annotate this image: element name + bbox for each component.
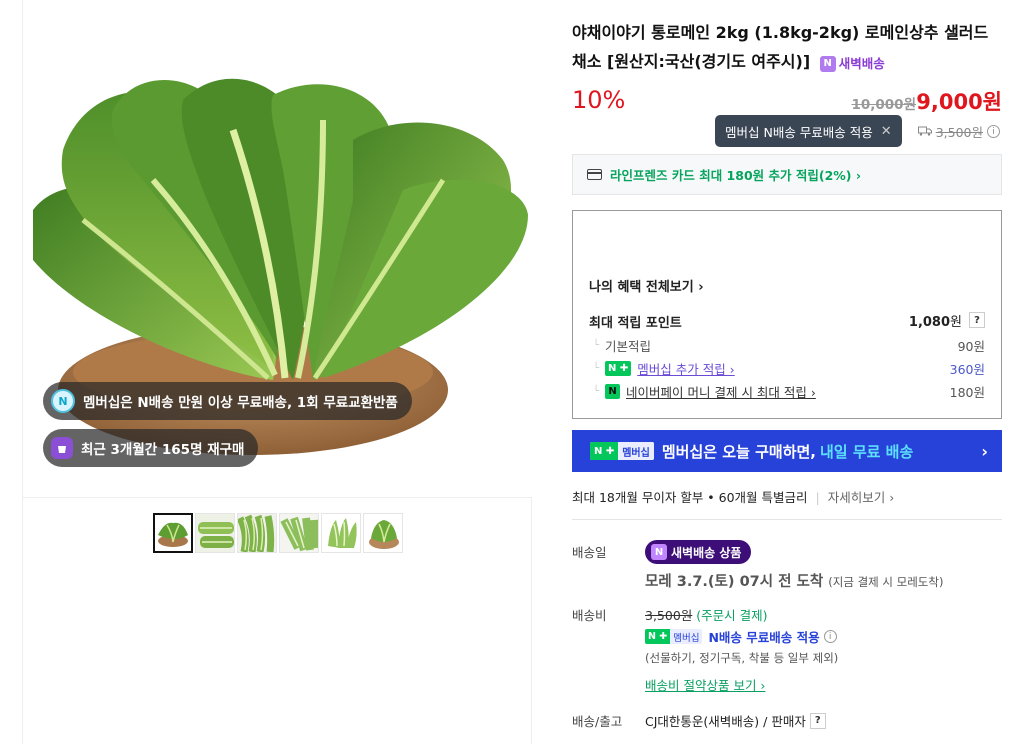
membership-banner-highlight: 내일 무료 배송 <box>820 442 914 461</box>
thumbnail-4[interactable] <box>279 513 319 553</box>
tooltip-text: 멤버십 N배송 무료배송 적용 <box>725 124 873 140</box>
naver-plus-icon: N ✚ <box>590 442 619 460</box>
free-shipping-text: N배송 무료배송 적용 <box>708 630 820 645</box>
payment-note: (주문시 결제) <box>696 608 768 623</box>
product-gallery: N 멤버십은 N배송 만원 이상 무료배송, 1회 무료교환반품 최근 3개월간… <box>22 0 532 744</box>
installment-info: 최대 18개월 무이자 할부 • 60개월 특별금리 | 자세히보기 › <box>572 487 894 506</box>
membership-badge: N ✚ 멤버십 <box>645 629 703 644</box>
installment-text: 최대 18개월 무이자 할부 • 60개월 특별금리 <box>572 490 808 505</box>
dawn-delivery-pill-text: 새벽배송 상품 <box>671 545 742 560</box>
membership-banner[interactable]: N ✚ 멤버십 멤버십은 오늘 구매하면, 내일 무료 배송 › <box>572 430 1002 472</box>
naver-plus-icon: N ✚ <box>605 361 632 376</box>
benefit-row-value: 90원 <box>957 339 985 354</box>
repurchase-text: 최근 3개월간 165명 재구매 <box>81 442 245 458</box>
carrier-info: CJ대한통운(새벽배송) / 판매자 ? <box>645 711 826 730</box>
shipping-fee-summary: 3,500원 i <box>917 122 1000 141</box>
thumbnail-6[interactable] <box>363 513 403 553</box>
benefit-row-label: 기본적립 <box>605 339 652 354</box>
info-icon[interactable]: i <box>823 630 837 643</box>
membership-badge-text: 멤버십 <box>618 442 654 460</box>
membership-benefit-pill: N 멤버십은 N배송 만원 이상 무료배송, 1회 무료교환반품 <box>43 382 412 420</box>
benefit-row-naverpay[interactable]: └ N 네이버페이 머니 결제 시 최대 적립 › <box>593 382 816 401</box>
truck-icon <box>917 125 932 139</box>
gallery-divider <box>23 497 532 498</box>
thumbnail-strip <box>153 513 403 553</box>
carrier-label: 배송/출고 <box>572 714 623 729</box>
delivery-date-label: 배송일 <box>572 545 607 560</box>
romaine-lettuce-image <box>33 78 528 455</box>
tree-branch-icon: └ <box>593 386 600 397</box>
thumbnail-3[interactable] <box>237 513 277 553</box>
repurchase-pill: 최근 3개월간 165명 재구매 <box>43 429 259 467</box>
membership-badge-text: 멤버십 <box>673 632 700 644</box>
section-divider <box>572 519 1002 520</box>
struck-shipping-fee: 3,500원 <box>935 125 983 140</box>
delivery-eta-note: (지금 결제 시 모레도착) <box>828 575 944 589</box>
benefit-row-value: 180원 <box>949 385 985 400</box>
thumbnail-5[interactable] <box>321 513 361 553</box>
discount-rate: 10% <box>572 86 626 114</box>
shipping-saving-link[interactable]: 배송비 절약상품 보기 › <box>645 675 765 694</box>
original-price: 10,000원 <box>851 97 916 113</box>
help-icon[interactable]: ? <box>809 712 826 729</box>
carrier-value: CJ대한통운(새벽배송) / 판매자 <box>645 714 806 729</box>
separator: | <box>815 490 820 505</box>
naver-pay-icon: N <box>605 384 621 399</box>
n-delivery-icon: N <box>819 55 836 72</box>
product-title-text: 야채이야기 통로메인 2kg (1.8kg-2kg) 로메인상추 샐러드채소 [… <box>572 23 989 71</box>
shipping-fee-label: 배송비 <box>572 608 607 623</box>
free-shipping-line: N ✚ 멤버십 N배송 무료배송 적용 i <box>645 627 837 646</box>
delivery-eta-text: 모레 3.7.(토) 07시 전 도착 <box>645 574 824 590</box>
max-points-number: 1,080 <box>908 315 951 330</box>
main-product-image[interactable]: N 멤버십은 N배송 만원 이상 무료배송, 1회 무료교환반품 최근 3개월간… <box>23 0 532 497</box>
membership-banner-text: 멤버십은 오늘 구매하면, <box>661 442 816 461</box>
benefit-row-membership[interactable]: └ N ✚ 멤버십 추가 적립 › <box>593 359 735 378</box>
card-promo-banner[interactable]: 라인프렌즈 카드 최대 180원 추가 적립(2%) › <box>572 154 1002 195</box>
max-points-label: 최대 적립 포인트 <box>589 316 682 331</box>
product-title: 야채이야기 통로메인 2kg (1.8kg-2kg) 로메인상추 샐러드채소 [… <box>572 18 997 78</box>
free-shipping-tooltip: 멤버십 N배송 무료배송 적용 ✕ <box>715 115 902 147</box>
naver-plus-icon: N ✚ <box>645 629 671 644</box>
info-icon[interactable]: i <box>987 125 1000 138</box>
dawn-delivery-badge: N 새벽배송 <box>819 49 885 78</box>
help-icon[interactable]: ? <box>969 312 985 328</box>
dawn-delivery-pill: N 새벽배송 상품 <box>645 540 752 564</box>
dawn-delivery-label: 새벽배송 <box>838 56 885 71</box>
delivery-eta: 모레 3.7.(토) 07시 전 도착 (지금 결제 시 모레도착) <box>645 570 943 591</box>
shipping-exclusion-note: (선물하기, 정기구독, 착불 등 일부 제외) <box>645 651 839 665</box>
max-points-unit: 원 <box>950 315 962 330</box>
all-benefits-link[interactable]: 나의 혜택 전체보기 › <box>589 276 704 295</box>
n-delivery-icon: N <box>651 544 667 560</box>
benefit-row-label[interactable]: 멤버십 추가 적립 › <box>637 359 734 378</box>
benefit-row-basic: └ 기본적립 <box>593 336 651 355</box>
card-promo-text: 라인프렌즈 카드 최대 180원 추가 적립(2%) › <box>610 168 862 183</box>
credit-card-icon <box>587 169 602 180</box>
tree-branch-icon: └ <box>593 340 600 351</box>
product-page: N 멤버십은 N배송 만원 이상 무료배송, 1회 무료교환반품 최근 3개월간… <box>0 0 1014 744</box>
tree-branch-icon: └ <box>593 363 600 374</box>
benefit-box: 나의 혜택 전체보기 › 최대 적립 포인트 1,080원 ? └ 기본적립 9… <box>572 210 1002 419</box>
naver-membership-icon: N <box>51 389 75 413</box>
membership-badge: N ✚ 멤버십 <box>590 442 654 460</box>
shopping-bag-icon <box>51 437 73 459</box>
benefit-row-label[interactable]: 네이버페이 머니 결제 시 최대 적립 › <box>626 382 816 401</box>
struck-shipping-fee: 3,500원 <box>645 608 693 623</box>
max-points-value: 1,080원 <box>909 311 962 330</box>
close-icon[interactable]: ✕ <box>881 124 892 139</box>
sale-price: 9,000원 <box>916 90 1002 114</box>
thumbnail-1[interactable] <box>153 513 193 553</box>
installment-detail-link[interactable]: 자세히보기 › <box>828 490 894 505</box>
chevron-right-icon: › <box>981 441 988 461</box>
membership-benefit-text: 멤버십은 N배송 만원 이상 무료배송, 1회 무료교환반품 <box>83 395 398 411</box>
thumbnail-2[interactable] <box>195 513 235 553</box>
benefit-row-value: 360원 <box>949 362 985 377</box>
shipping-fee-line: 3,500원 (주문시 결제) <box>645 605 768 624</box>
